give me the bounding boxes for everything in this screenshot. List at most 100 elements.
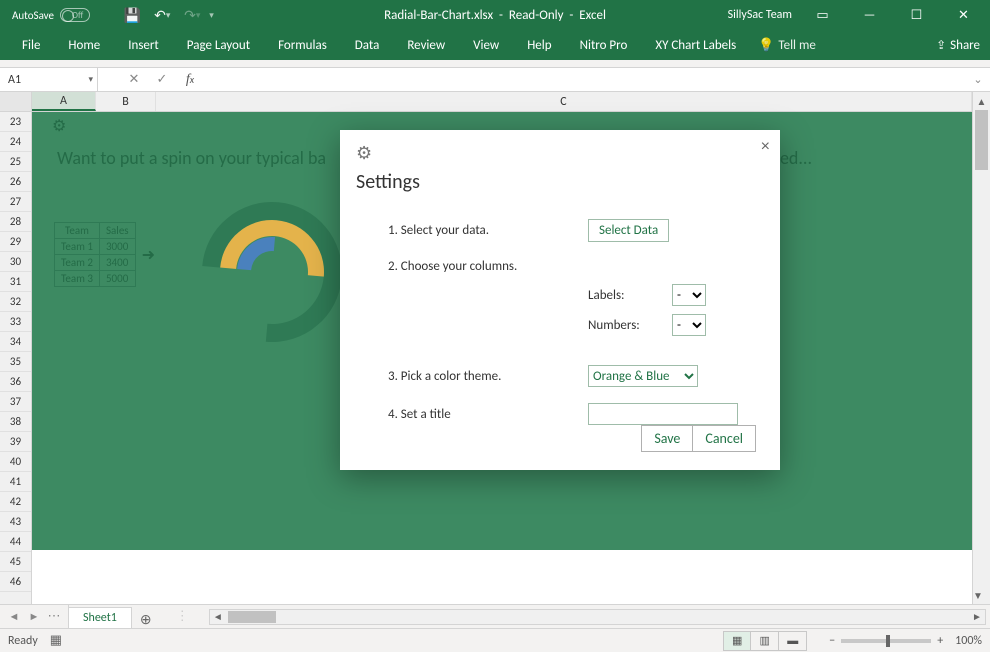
row-header[interactable]: 36 [0,372,31,392]
tell-me-label: Tell me [778,38,815,53]
app-name: Excel [579,8,606,23]
row-header[interactable]: 24 [0,132,31,152]
labels-label: Labels: [588,288,652,303]
hscroll-thumb[interactable] [228,611,276,623]
headline-text: Want to put a spin on your typical ba [57,147,326,169]
sample-data-table: TeamSales Team 13000 Team 23400 Team 350… [54,222,155,287]
dialog-close-icon[interactable]: × [761,138,770,156]
col-header-a[interactable]: A [32,92,96,111]
view-normal-icon[interactable]: ▦ [723,631,751,651]
step3-label: 3. Pick a color theme. [388,369,588,384]
close-button[interactable]: ✕ [941,0,986,30]
new-sheet-button[interactable]: ⊕ [132,611,160,628]
tab-data[interactable]: Data [341,30,394,60]
scroll-down-icon[interactable]: ▼ [973,586,983,604]
cancel-button[interactable]: Cancel [692,425,756,452]
zoom-level[interactable]: 100% [955,634,982,648]
row-header[interactable]: 37 [0,392,31,412]
row-header[interactable]: 23 [0,112,31,132]
row-header[interactable]: 27 [0,192,31,212]
row-header[interactable]: 31 [0,272,31,292]
cancel-formula-icon[interactable]: ✕ [120,72,148,87]
horizontal-scrollbar[interactable]: ◄ ► [209,609,986,625]
tab-view[interactable]: View [459,30,513,60]
tab-formulas[interactable]: Formulas [264,30,341,60]
select-all-triangle[interactable] [0,92,31,112]
window-title: Radial-Bar-Chart.xlsx - Read-Only - Exce… [384,8,606,23]
row-header[interactable]: 28 [0,212,31,232]
row-header[interactable]: 39 [0,432,31,452]
scroll-up-icon[interactable]: ▲ [973,92,990,110]
row-header[interactable]: 34 [0,332,31,352]
tab-scroll-right-icon[interactable]: ► [24,606,44,628]
zoom-in-button[interactable]: + [937,634,943,648]
tell-me-search[interactable]: 💡 Tell me [758,38,816,53]
save-icon[interactable]: 💾 [119,2,145,28]
expand-formula-bar-icon[interactable]: ⌄ [966,68,990,91]
macro-record-icon[interactable]: ▦ [50,633,62,648]
tab-review[interactable]: Review [393,30,459,60]
row-header[interactable]: 40 [0,452,31,472]
row-header[interactable]: 26 [0,172,31,192]
view-page-layout-icon[interactable]: ▥ [751,631,779,651]
row-header[interactable]: 35 [0,352,31,372]
gear-icon: ⚙ [52,116,66,136]
vertical-scrollbar[interactable]: ▲ ▼ [972,92,990,604]
select-data-button[interactable]: Select Data [588,219,669,242]
undo-icon[interactable]: ↶▾ [149,2,175,28]
row-header[interactable]: 41 [0,472,31,492]
redo-icon[interactable]: ↷▾ [179,2,205,28]
formula-input[interactable] [204,68,966,91]
enter-formula-icon[interactable]: ✓ [148,72,176,87]
step4-label: 4. Set a title [388,407,588,422]
account-name[interactable]: SillySac Team [728,8,792,22]
tab-insert[interactable]: Insert [114,30,173,60]
zoom-out-button[interactable]: − [829,634,835,648]
row-header[interactable]: 32 [0,292,31,312]
title-input[interactable] [588,403,738,425]
tab-page-layout[interactable]: Page Layout [173,30,264,60]
tab-split-handle[interactable]: ⋮ [176,609,189,624]
labels-dropdown[interactable]: - [672,284,706,306]
name-box[interactable]: A1 ▾ [0,68,98,91]
row-header[interactable]: 43 [0,512,31,532]
minimize-button[interactable]: — [847,0,892,30]
sheet-tab-active[interactable]: Sheet1 [68,607,132,628]
zoom-slider[interactable] [841,639,931,643]
row-header[interactable]: 33 [0,312,31,332]
col-header-c[interactable]: C [156,92,972,111]
hscroll-left-icon[interactable]: ◄ [210,610,226,623]
tab-file[interactable]: File [8,30,54,60]
autosave-toggle[interactable]: AutoSave Off [12,8,107,22]
tab-scroll-more-icon[interactable]: ⋯ [44,606,64,628]
save-button[interactable]: Save [641,425,692,452]
tab-home[interactable]: Home [54,30,114,60]
quick-access-toolbar: 💾 ↶▾ ↷▾ ▾ [119,2,214,28]
color-theme-dropdown[interactable]: Orange & Blue [588,365,698,387]
row-header[interactable]: 46 [0,572,31,592]
share-button[interactable]: ⇪ Share [936,38,990,53]
radial-chart-preview: Team 1 Team 2 Team 3 [202,192,362,352]
row-header[interactable]: 45 [0,552,31,572]
hscroll-right-icon[interactable]: ► [969,610,985,623]
tab-xy-chart-labels[interactable]: XY Chart Labels [641,30,750,60]
row-header[interactable]: 29 [0,232,31,252]
tab-help[interactable]: Help [513,30,565,60]
view-page-break-icon[interactable]: ▬ [779,631,807,651]
vscroll-thumb[interactable] [975,110,988,170]
insert-function-icon[interactable]: fx [176,72,204,88]
maximize-button[interactable]: ☐ [894,0,939,30]
row-header[interactable]: 42 [0,492,31,512]
col-header-b[interactable]: B [96,92,156,111]
qat-customize-icon[interactable]: ▾ [209,10,214,21]
row-header[interactable]: 44 [0,532,31,552]
mode: Read-Only [509,8,564,23]
tab-scroll-left-icon[interactable]: ◄ [4,606,24,628]
numbers-dropdown[interactable]: - [672,314,706,336]
row-header[interactable]: 38 [0,412,31,432]
ribbon-display-options-icon[interactable]: ▭ [800,0,845,30]
row-header[interactable]: 25 [0,152,31,172]
row-header[interactable]: 30 [0,252,31,272]
tab-nitro-pro[interactable]: Nitro Pro [566,30,642,60]
step1-label: 1. Select your data. [388,223,588,238]
